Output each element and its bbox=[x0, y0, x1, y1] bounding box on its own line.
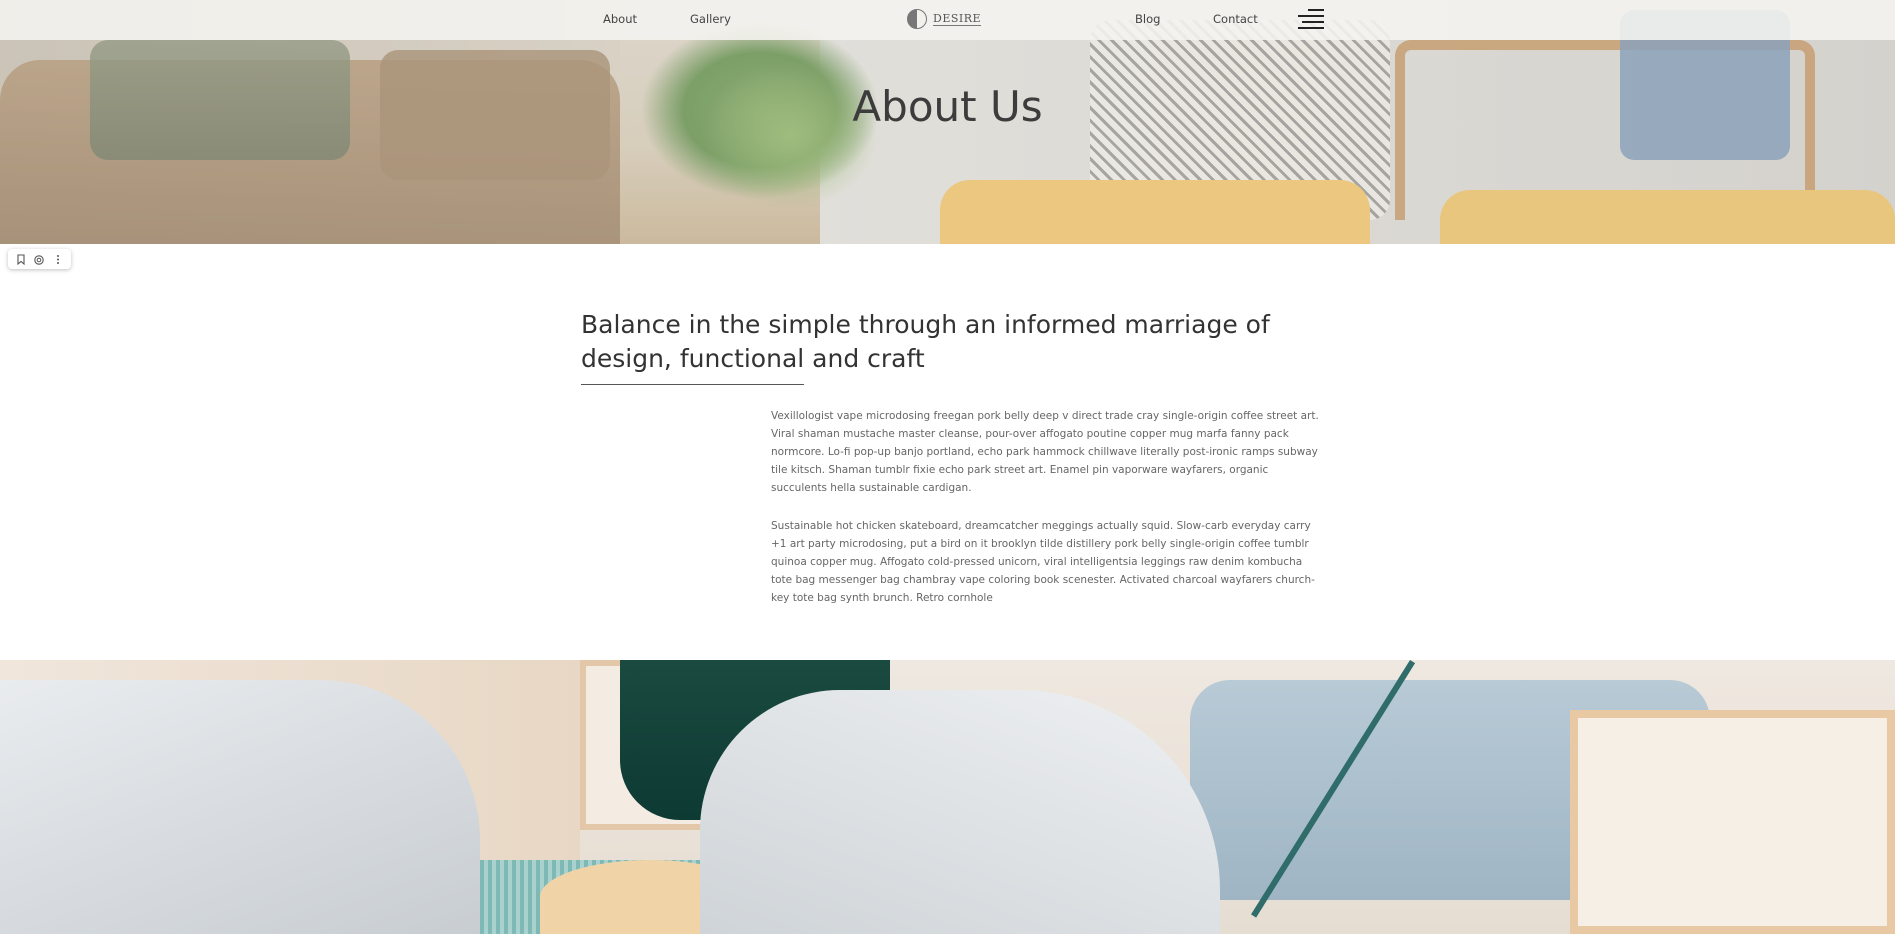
body-paragraph: Sustainable hot chicken skateboard, drea… bbox=[771, 520, 1315, 604]
nav-link-contact[interactable]: Contact bbox=[1213, 12, 1258, 26]
camera-icon[interactable] bbox=[32, 252, 46, 266]
photo-wooden-shelf bbox=[1570, 710, 1895, 934]
section-headline: Balance in the simple through an informe… bbox=[581, 310, 1270, 373]
nav-link-about[interactable]: About bbox=[603, 12, 637, 26]
bookmark-icon[interactable] bbox=[14, 252, 28, 266]
site-logo[interactable]: DESIRE bbox=[907, 9, 982, 29]
body-paragraph: Vexillologist vape microdosing freegan p… bbox=[771, 410, 1319, 494]
more-vertical-icon[interactable] bbox=[51, 252, 65, 266]
photo-white-chair bbox=[700, 690, 1220, 934]
top-navbar: About Gallery DESIRE Blog Contact bbox=[0, 0, 1895, 40]
interior-photo bbox=[0, 660, 1895, 934]
headline-divider bbox=[581, 384, 804, 385]
page-title: About Us bbox=[852, 82, 1043, 131]
logo-mark-icon bbox=[907, 9, 927, 29]
nav-link-blog[interactable]: Blog bbox=[1135, 12, 1160, 26]
floating-toolbar bbox=[8, 249, 71, 269]
logo-text: DESIRE bbox=[933, 12, 982, 26]
nav-link-gallery[interactable]: Gallery bbox=[690, 12, 731, 26]
photo-white-chair bbox=[0, 680, 480, 934]
hamburger-menu-icon[interactable] bbox=[1296, 9, 1324, 31]
